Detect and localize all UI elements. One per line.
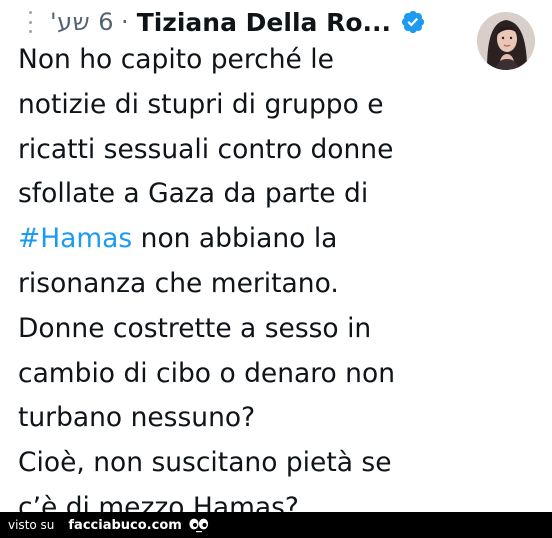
tweet-line: Donne costrette a sesso in [18, 312, 372, 344]
more-options-icon[interactable] [28, 11, 32, 33]
tweet-line: Cioè, non suscitano pietà se [18, 447, 392, 479]
hashtag-link[interactable]: #Hamas [18, 223, 132, 254]
tweet-line-with-hashtag: #Hamas non abbiano la [18, 217, 468, 262]
tweet-line-rest: non abbiano la [140, 223, 338, 255]
author-name[interactable]: Tiziana Della Ro... [137, 8, 391, 37]
facciabuco-eyes-icon [188, 517, 210, 533]
tweet-line: notizie di stupri di gruppo e [18, 88, 384, 120]
tweet-header: 6 שע' · Tiziana Della Ro... [50, 2, 426, 42]
tweet-line: turbano nessuno? [18, 402, 256, 434]
tweet-line: risonanza che meritano. [18, 267, 339, 299]
watermark-footer: visto su facciabuco.com [0, 512, 552, 538]
tweet-timestamp[interactable]: 6 שע' [50, 8, 114, 36]
tweet-line: sfollate a Gaza da parte di [18, 178, 369, 210]
tweet-line: cambio di cibo o denaro non [18, 357, 395, 389]
verified-badge-icon [400, 9, 426, 35]
tweet-card: 6 שע' · Tiziana Della Ro... Non ho capit… [0, 0, 552, 523]
header-separator: · [121, 8, 129, 36]
tweet-line: Non ho capito perché le [18, 44, 334, 75]
profile-avatar[interactable] [477, 12, 535, 70]
footer-site-name[interactable]: facciabuco.com [68, 518, 181, 533]
tweet-line: ricatti sessuali contro donne [18, 133, 394, 165]
tweet-body: Non ho capito perché le notizie di stupr… [18, 38, 468, 531]
footer-prefix: visto su [8, 518, 55, 532]
